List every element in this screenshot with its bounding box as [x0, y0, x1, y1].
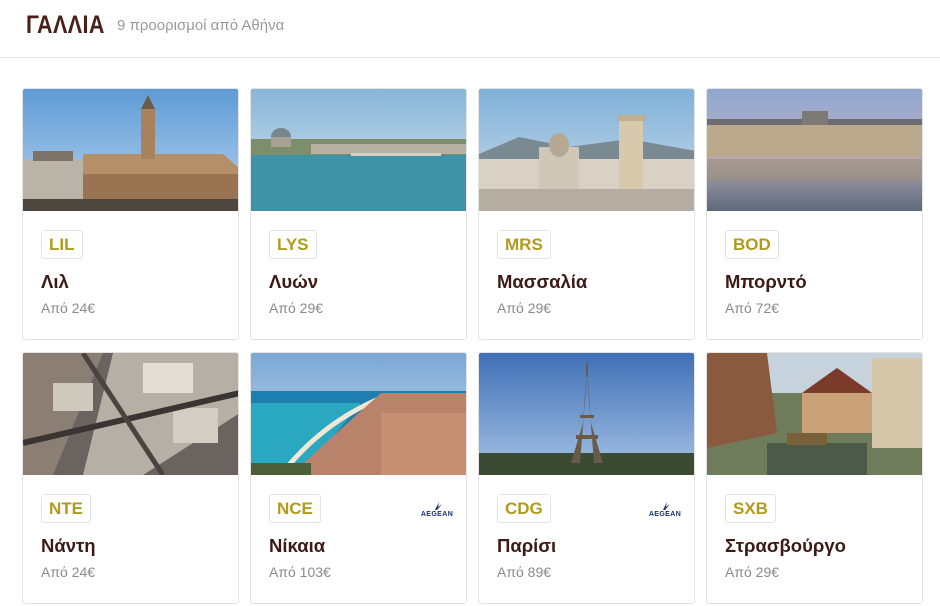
- destination-photo-lille: [23, 89, 238, 211]
- destination-card-cdg[interactable]: CDG AEGEAN Παρίσι Από 89€: [478, 352, 695, 604]
- destination-card-mrs[interactable]: MRS Μασσαλία Από 29€: [478, 88, 695, 340]
- destination-card-lil[interactable]: LIL Λιλ Από 24€: [22, 88, 239, 340]
- airline-logo-aegean: AEGEAN: [417, 501, 457, 521]
- destination-photo-nantes: [23, 353, 238, 475]
- city-name: Νάντη: [41, 535, 96, 556]
- city-name: Νίκαια: [269, 535, 326, 556]
- destination-card-bod[interactable]: BOD Μπορντό Από 72€: [706, 88, 923, 340]
- destination-photo-lyon: [251, 89, 466, 211]
- airport-code: NTE: [41, 494, 91, 523]
- airport-code: NCE: [269, 494, 321, 523]
- destination-photo-bordeaux: [707, 89, 922, 211]
- destination-photo-strasbourg: [707, 353, 922, 475]
- aegean-bird-icon: [663, 502, 670, 510]
- airport-code: BOD: [725, 230, 779, 259]
- price-from: Από 29€: [725, 564, 780, 580]
- price-from: Από 89€: [497, 564, 552, 580]
- destination-card-sxb[interactable]: SXB Στρασβούργο Από 29€: [706, 352, 923, 604]
- price-from: Από 29€: [497, 300, 552, 316]
- destination-card-lys[interactable]: LYS Λυών Από 29€: [250, 88, 467, 340]
- airline-logo-aegean: AEGEAN: [645, 501, 685, 521]
- price-from: Από 103€: [269, 564, 331, 580]
- city-name: Λυών: [269, 271, 319, 292]
- airport-code: CDG: [497, 494, 551, 523]
- city-name: Μασσαλία: [497, 271, 588, 292]
- price-from: Από 29€: [269, 300, 324, 316]
- aegean-bird-icon: [435, 502, 442, 510]
- city-name: Λιλ: [41, 271, 69, 292]
- price-from: Από 24€: [41, 564, 96, 580]
- city-name: Παρίσι: [497, 535, 557, 556]
- airport-code: LYS: [269, 230, 317, 259]
- destination-photo-marseille: [479, 89, 694, 211]
- destination-photo-paris: [479, 353, 694, 475]
- airport-code: LIL: [41, 230, 83, 259]
- airline-name: AEGEAN: [648, 511, 682, 518]
- airline-name: AEGEAN: [420, 511, 454, 518]
- price-from: Από 24€: [41, 300, 96, 316]
- airport-code: MRS: [497, 230, 551, 259]
- destination-count: 9 προορισμοί από Αθήνα: [117, 17, 285, 34]
- city-name: Στρασβούργο: [725, 535, 846, 556]
- airport-code: SXB: [725, 494, 776, 523]
- city-name: Μπορντό: [725, 271, 807, 292]
- page-title: ΓΑΛΛΙΑ: [26, 11, 105, 39]
- page-header: ΓΑΛΛΙΑ 9 προορισμοί από Αθήνα: [0, 0, 940, 58]
- destination-photo-nice: [251, 353, 466, 475]
- destination-card-nte[interactable]: NTE Νάντη Από 24€: [22, 352, 239, 604]
- destination-card-nce[interactable]: NCE AEGEAN Νίκαια Από 103€: [250, 352, 467, 604]
- price-from: Από 72€: [725, 300, 780, 316]
